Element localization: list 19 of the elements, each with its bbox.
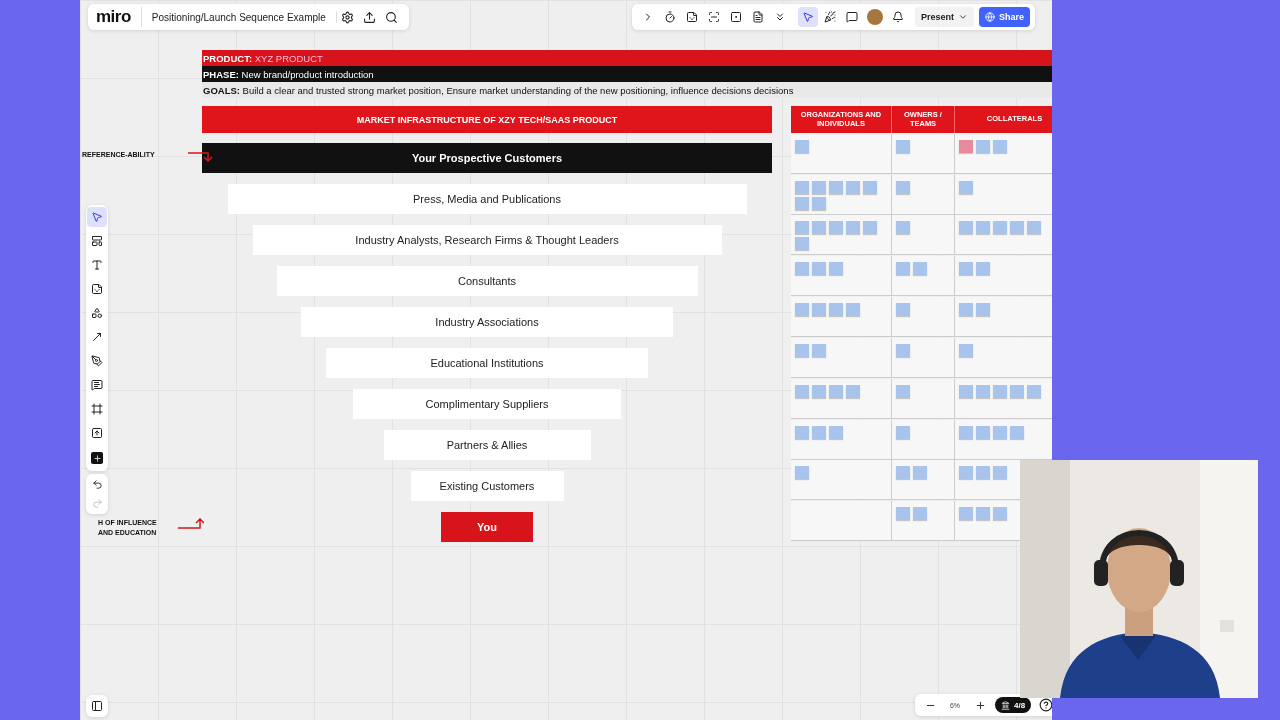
funnel-level: Educational Institutions [326,348,648,378]
funnel-level: Your Prospective Customers [202,143,772,173]
present-button[interactable]: Present [915,7,975,27]
funnel-level: Industry Associations [301,307,673,337]
board-title[interactable]: Positioning/Launch Sequence Example [141,11,337,23]
funnel-level: You [441,512,533,542]
goals-band: GOALS: Build a clear and trusted strong market position, Ensure market understanding of the new positioning, influence decisions decisions [202,82,1052,98]
funnel-level: Partners & Allies [383,430,591,460]
funnel-level: Existing Customers [410,471,564,501]
product-band: PRODUCT: XYZ PRODUCT [202,50,1052,66]
share-button[interactable]: Share [979,7,1031,27]
funnel-title: MARKET INFRASTRUCTURE OF XZY TECH/SAAS PRODUCT [202,106,772,133]
logo[interactable]: miro [94,7,142,27]
pages-button[interactable]: 4/8 [995,697,1032,713]
phase-band: PHASE: New brand/product introduction [202,66,1052,82]
funnel-level: Complimentary Suppliers [353,389,621,419]
funnel-level: Consultants [276,266,698,296]
funnel-level: Industry Analysts, Research Firms & Thought Leaders [252,225,722,255]
funnel-level: Press, Media and Publications [227,184,747,214]
